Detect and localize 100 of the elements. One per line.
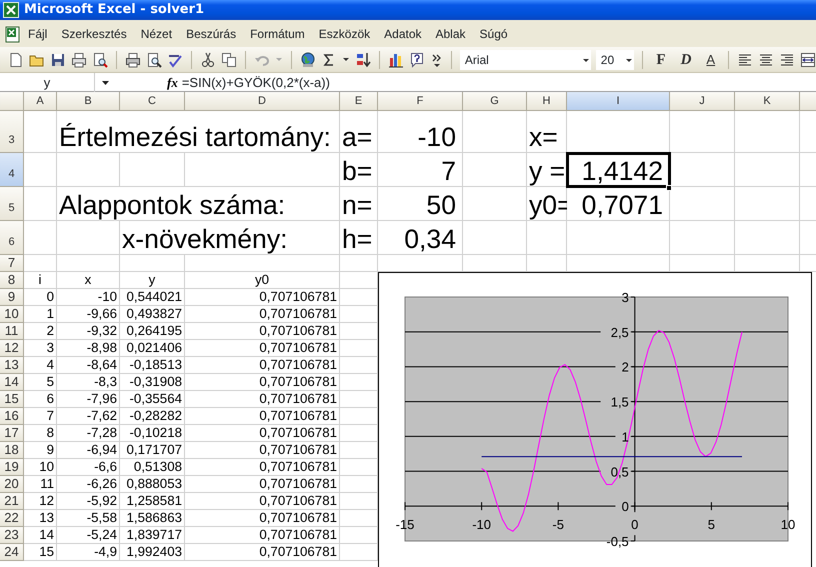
table-cell[interactable]: -8,3 — [57, 374, 120, 391]
printer-icon[interactable] — [71, 52, 87, 68]
menu-item[interactable]: Súgó — [472, 22, 515, 44]
row-header[interactable]: 6 — [0, 221, 24, 255]
table-cell[interactable]: 1,258581 — [120, 493, 185, 510]
table-cell[interactable]: 5 — [24, 374, 57, 391]
table-cell[interactable]: 0,544021 — [120, 289, 185, 306]
table-cell[interactable]: 1,586863 — [120, 510, 185, 527]
table-cell[interactable]: -6,94 — [57, 442, 120, 459]
table-cell[interactable]: x — [57, 272, 120, 289]
magnifier-page-icon[interactable] — [92, 52, 108, 68]
table-cell[interactable]: 0,707106781 — [185, 374, 340, 391]
insert-function-button[interactable]: fx — [115, 74, 182, 90]
column-header[interactable]: B — [57, 92, 120, 111]
table-cell[interactable]: n= — [340, 187, 378, 221]
toolbar-overflow-icon[interactable] — [430, 52, 443, 68]
merge-center-icon[interactable] — [800, 52, 816, 68]
align-right-icon[interactable] — [779, 52, 796, 68]
row-header[interactable]: 11 — [0, 323, 24, 340]
column-header[interactable]: H — [527, 92, 567, 111]
font-dropdown[interactable]: Arial — [460, 50, 591, 70]
table-cell[interactable]: -9,32 — [57, 323, 120, 340]
table-cell[interactable]: 11 — [24, 476, 57, 493]
row-header[interactable]: 9 — [0, 289, 24, 306]
table-cell[interactable]: -4,9 — [57, 544, 120, 561]
table-cell[interactable]: 2 — [24, 323, 57, 340]
table-cell[interactable]: 14 — [24, 527, 57, 544]
table-cell[interactable]: -6,6 — [57, 459, 120, 476]
row-header[interactable]: 13 — [0, 357, 24, 374]
table-cell[interactable]: -6,26 — [57, 476, 120, 493]
table-cell[interactable]: 1 — [24, 306, 57, 323]
select-all-button[interactable] — [0, 92, 24, 111]
table-cell[interactable]: -0,35564 — [120, 391, 185, 408]
table-cell[interactable]: b= — [340, 153, 378, 187]
table-cell[interactable]: 0,171707 — [120, 442, 185, 459]
table-cell[interactable]: 0,707106781 — [185, 306, 340, 323]
table-cell[interactable]: x= — [527, 111, 567, 153]
table-cell[interactable]: x-növekmény: — [120, 221, 340, 255]
table-cell[interactable]: 0 — [24, 289, 57, 306]
table-cell[interactable]: 0,7071 — [567, 187, 670, 221]
align-center-icon[interactable] — [758, 52, 774, 68]
table-cell[interactable]: 8 — [24, 425, 57, 442]
column-header[interactable]: E — [340, 92, 378, 111]
column-header[interactable]: D — [185, 92, 340, 111]
row-header[interactable]: 24 — [0, 544, 24, 561]
table-cell[interactable]: -5,92 — [57, 493, 120, 510]
table-cell[interactable]: -10 — [378, 111, 463, 153]
row-header[interactable]: 7 — [0, 255, 24, 272]
table-cell[interactable]: Alappontok száma: — [57, 187, 340, 221]
row-header[interactable]: 19 — [0, 459, 24, 476]
row-header[interactable]: 10 — [0, 306, 24, 323]
menu-item[interactable]: Fájl — [21, 22, 54, 44]
table-cell[interactable]: 0,34 — [378, 221, 463, 255]
table-cell[interactable]: 0,707106781 — [185, 476, 340, 493]
column-header[interactable]: K — [735, 92, 800, 111]
table-cell[interactable]: 0,707106781 — [185, 323, 340, 340]
table-cell[interactable]: 0,707106781 — [185, 408, 340, 425]
table-cell[interactable]: -10 — [57, 289, 120, 306]
row-header[interactable]: 8 — [0, 272, 24, 289]
row-header[interactable]: 16 — [0, 408, 24, 425]
table-cell[interactable]: 0,888053 — [120, 476, 185, 493]
table-cell[interactable]: 0,707106781 — [185, 391, 340, 408]
underline-button[interactable]: A — [701, 50, 720, 68]
table-cell[interactable]: -0,31908 — [120, 374, 185, 391]
table-cell[interactable]: 0,707106781 — [185, 527, 340, 544]
table-cell[interactable]: 4 — [24, 357, 57, 374]
table-cell[interactable]: -8,64 — [57, 357, 120, 374]
table-cell[interactable]: 0,264195 — [120, 323, 185, 340]
table-cell[interactable]: -9,66 — [57, 306, 120, 323]
menu-item[interactable]: Beszúrás — [179, 22, 244, 44]
bar-chart-icon[interactable] — [388, 52, 404, 68]
table-cell[interactable]: 0,707106781 — [185, 357, 340, 374]
fill-handle[interactable] — [666, 185, 672, 191]
row-header[interactable]: 20 — [0, 476, 24, 493]
italic-button[interactable]: D — [676, 50, 696, 68]
table-cell[interactable]: -7,96 — [57, 391, 120, 408]
table-cell[interactable]: -0,10218 — [120, 425, 185, 442]
formula-field[interactable]: =SIN(x)+GYÖK(0,2*(x-a)) — [182, 72, 330, 92]
table-cell[interactable]: 7 — [378, 153, 463, 187]
table-cell[interactable]: 12 — [24, 493, 57, 510]
table-cell[interactable]: 0,51308 — [120, 459, 185, 476]
column-header[interactable]: I — [567, 92, 670, 111]
column-header[interactable]: F — [378, 92, 463, 111]
sort-icon[interactable] — [354, 52, 371, 68]
table-cell[interactable]: h= — [340, 221, 378, 255]
table-cell[interactable]: 7 — [24, 408, 57, 425]
row-header[interactable]: 14 — [0, 374, 24, 391]
table-cell[interactable]: -0,28282 — [120, 408, 185, 425]
table-cell[interactable]: y — [120, 272, 185, 289]
row-header[interactable]: 12 — [0, 340, 24, 357]
table-cell[interactable]: 0,707106781 — [185, 442, 340, 459]
table-cell[interactable]: 0,707106781 — [185, 340, 340, 357]
table-cell[interactable]: 0,707106781 — [185, 493, 340, 510]
table-cell[interactable]: 15 — [24, 544, 57, 561]
table-cell[interactable]: y0 — [185, 272, 340, 289]
table-cell[interactable]: 1,839717 — [120, 527, 185, 544]
scissors-icon[interactable] — [200, 52, 216, 68]
printer-icon[interactable] — [124, 52, 141, 68]
column-header[interactable]: G — [463, 92, 527, 111]
menu-item[interactable]: Szerkesztés — [54, 22, 134, 44]
